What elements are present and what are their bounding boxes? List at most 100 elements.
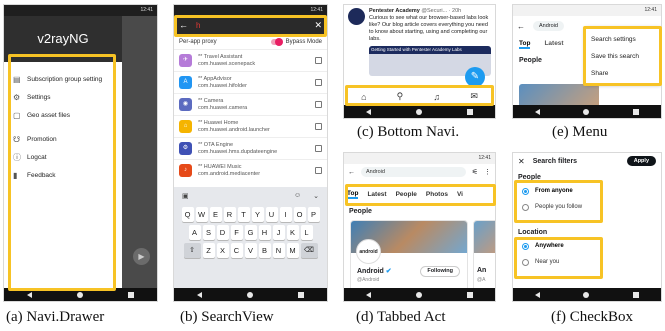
profile-card-2[interactable]: An @A bbox=[473, 220, 495, 292]
recents-icon[interactable] bbox=[633, 291, 640, 298]
back-icon[interactable] bbox=[196, 291, 202, 298]
recents-icon[interactable] bbox=[298, 291, 305, 298]
app-checkbox[interactable] bbox=[315, 123, 322, 130]
collapse-keyboard-icon[interactable]: ⌄ bbox=[313, 192, 319, 200]
back-icon[interactable] bbox=[534, 291, 540, 298]
key-n[interactable]: N bbox=[272, 243, 285, 258]
key-l[interactable]: L bbox=[300, 225, 313, 240]
search-field[interactable]: Android bbox=[533, 21, 564, 31]
tab-vi[interactable]: Vi bbox=[457, 191, 463, 198]
radio-option[interactable]: People you follow bbox=[513, 199, 661, 215]
key-w[interactable]: W bbox=[195, 207, 208, 222]
key-h[interactable]: H bbox=[258, 225, 271, 240]
following-button[interactable]: Following bbox=[420, 266, 460, 277]
back-icon[interactable] bbox=[26, 291, 32, 298]
close-icon[interactable]: ✕ bbox=[518, 157, 525, 166]
back-icon[interactable] bbox=[534, 108, 540, 115]
mail-icon[interactable]: ✉ bbox=[470, 91, 478, 102]
key-f[interactable]: F bbox=[230, 225, 243, 240]
app-checkbox[interactable] bbox=[315, 145, 322, 152]
drawer-item[interactable]: ☋ Promotion bbox=[4, 130, 122, 148]
back-icon[interactable] bbox=[366, 108, 372, 115]
clear-icon[interactable]: ✕ bbox=[314, 20, 322, 31]
back-arrow-icon[interactable]: ← bbox=[348, 169, 355, 176]
app-list-item[interactable]: ◉ ** Camera com.huawei.camera bbox=[174, 93, 327, 115]
backspace-key[interactable]: ⌫ bbox=[300, 243, 318, 258]
recents-icon[interactable] bbox=[633, 108, 640, 115]
home-nav-icon[interactable] bbox=[415, 108, 422, 115]
menu-item[interactable]: Save this search bbox=[585, 48, 661, 65]
back-arrow-icon[interactable]: ← bbox=[517, 22, 525, 31]
back-icon[interactable] bbox=[366, 291, 372, 298]
key-p[interactable]: P bbox=[307, 207, 320, 222]
shift-key[interactable]: ⇧ bbox=[183, 243, 201, 258]
tab-people[interactable]: People bbox=[396, 191, 417, 198]
key-u[interactable]: U bbox=[265, 207, 278, 222]
app-list-item[interactable]: A ** AppAdvisor com.huawei.hifolder bbox=[174, 71, 327, 93]
drawer-item[interactable]: ▮ Feedback bbox=[4, 166, 122, 184]
tab-latest[interactable]: Latest bbox=[367, 191, 386, 198]
app-checkbox[interactable] bbox=[315, 57, 322, 64]
tab-top[interactable]: Top bbox=[347, 190, 359, 199]
recents-icon[interactable] bbox=[128, 291, 135, 298]
app-list-item[interactable]: ♪ ** HUAWEI Music com.android.mediacenter bbox=[174, 159, 327, 181]
key-k[interactable]: K bbox=[286, 225, 299, 240]
key-c[interactable]: C bbox=[230, 243, 243, 258]
compose-button[interactable]: ✎ bbox=[465, 67, 485, 87]
drawer-scrim[interactable]: ▶ bbox=[122, 16, 157, 288]
drawer-item[interactable]: ▤ Subscription group setting bbox=[4, 70, 122, 88]
home-nav-icon[interactable] bbox=[583, 291, 590, 298]
home-nav-icon[interactable] bbox=[415, 291, 422, 298]
radio-option[interactable]: Anywhere bbox=[513, 238, 661, 254]
key-x[interactable]: X bbox=[216, 243, 229, 258]
back-arrow-icon[interactable]: ← bbox=[179, 20, 188, 30]
bell-icon[interactable]: ♫ bbox=[433, 92, 440, 102]
emoji-icon[interactable]: ☺ bbox=[294, 192, 301, 199]
app-checkbox[interactable] bbox=[315, 79, 322, 86]
app-checkbox[interactable] bbox=[315, 167, 322, 174]
key-e[interactable]: E bbox=[209, 207, 222, 222]
search-field[interactable]: Android bbox=[361, 167, 466, 177]
menu-item[interactable]: Share bbox=[585, 65, 661, 82]
drawer-item[interactable]: ▢ Geo asset files bbox=[4, 106, 122, 124]
tab-photos[interactable]: Photos bbox=[426, 191, 448, 198]
key-r[interactable]: R bbox=[223, 207, 236, 222]
key-q[interactable]: Q bbox=[181, 207, 194, 222]
key-v[interactable]: V bbox=[244, 243, 257, 258]
key-y[interactable]: Y bbox=[251, 207, 264, 222]
avatar[interactable] bbox=[348, 8, 365, 25]
app-list-item[interactable]: ✈ ** Travel Assistant com.huawei.scenepack bbox=[174, 49, 327, 71]
drawer-item[interactable]: ⓘ Logcat bbox=[4, 148, 122, 166]
menu-item[interactable]: Search settings bbox=[585, 31, 661, 48]
search-input[interactable]: h bbox=[196, 21, 314, 30]
home-icon[interactable]: ⌂ bbox=[361, 92, 366, 102]
home-nav-icon[interactable] bbox=[583, 108, 590, 115]
tab-latest[interactable]: Latest bbox=[544, 40, 563, 49]
bypass-toggle[interactable] bbox=[270, 37, 283, 46]
key-a[interactable]: A bbox=[188, 225, 201, 240]
key-i[interactable]: I bbox=[279, 207, 292, 222]
key-d[interactable]: D bbox=[216, 225, 229, 240]
apply-button[interactable]: Apply bbox=[626, 156, 656, 166]
key-t[interactable]: T bbox=[237, 207, 250, 222]
clipboard-icon[interactable]: ▣ bbox=[182, 192, 189, 200]
key-b[interactable]: B bbox=[258, 243, 271, 258]
radio-option[interactable]: Near you bbox=[513, 254, 661, 270]
home-nav-icon[interactable] bbox=[76, 291, 83, 298]
home-nav-icon[interactable] bbox=[246, 291, 253, 298]
radio-option[interactable]: From anyone bbox=[513, 183, 661, 199]
key-g[interactable]: G bbox=[244, 225, 257, 240]
recents-icon[interactable] bbox=[466, 108, 473, 115]
fab-button[interactable]: ▶ bbox=[133, 248, 150, 265]
search-icon[interactable]: ⚲ bbox=[397, 91, 404, 102]
app-list-item[interactable]: ⚙ ** OTA Engine com.huawei.hms.dupdateengi… bbox=[174, 137, 327, 159]
more-icon[interactable]: ⋮ bbox=[484, 168, 491, 176]
key-m[interactable]: M bbox=[286, 243, 299, 258]
key-s[interactable]: S bbox=[202, 225, 215, 240]
tab-top[interactable]: Top bbox=[519, 40, 531, 49]
drawer-item[interactable]: ⚙ Settings bbox=[4, 88, 122, 106]
profile-card[interactable]: android Android ✔ @Android Following bbox=[350, 220, 468, 292]
filter-icon[interactable]: ⚟ bbox=[472, 168, 478, 176]
key-z[interactable]: Z bbox=[202, 243, 215, 258]
tweet[interactable]: Pentester Academy @Securi... · 20h Curio… bbox=[344, 5, 495, 43]
